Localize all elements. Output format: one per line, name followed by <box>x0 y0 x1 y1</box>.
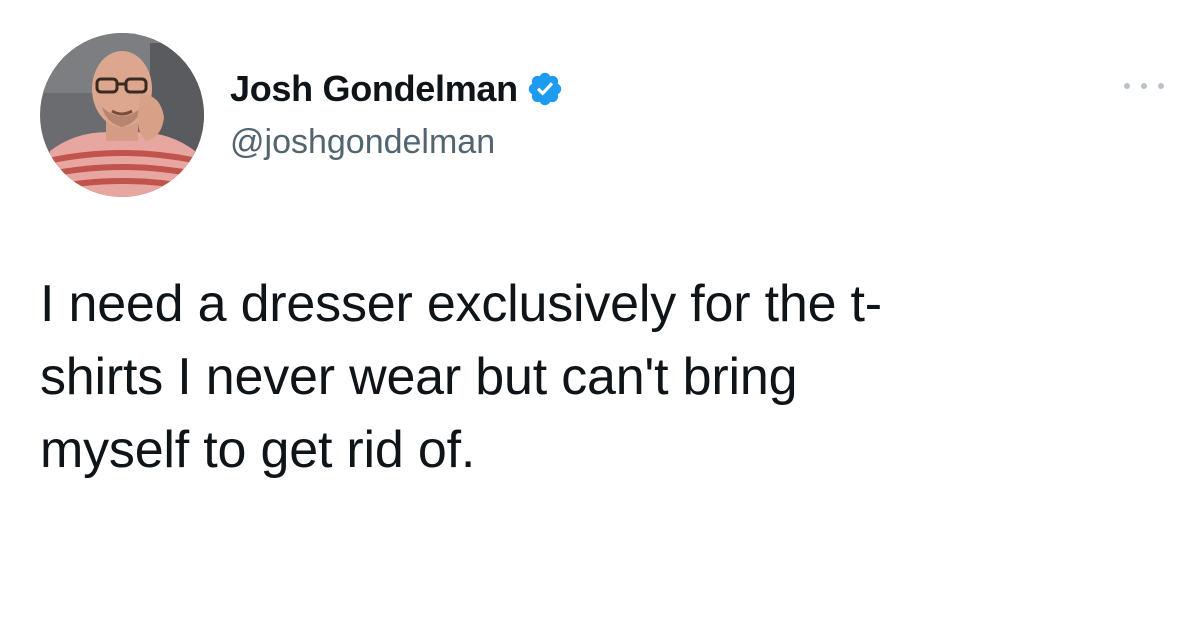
dot <box>1158 83 1164 89</box>
author-name-row: Josh Gondelman <box>230 66 564 112</box>
tweet-text: I need a dresser exclusively for the t- … <box>40 275 882 479</box>
verified-badge-icon <box>526 70 564 108</box>
dot <box>1124 83 1130 89</box>
dot <box>1141 83 1147 89</box>
more-options-icon[interactable] <box>1124 74 1164 98</box>
author-avatar[interactable] <box>40 33 204 197</box>
author-handle[interactable]: @joshgondelman <box>230 123 495 162</box>
author-display-name[interactable]: Josh Gondelman <box>230 68 518 110</box>
profile-photo-icon <box>40 33 204 197</box>
tweet-card: Josh Gondelman @joshgondelman I need a d… <box>0 0 1200 630</box>
